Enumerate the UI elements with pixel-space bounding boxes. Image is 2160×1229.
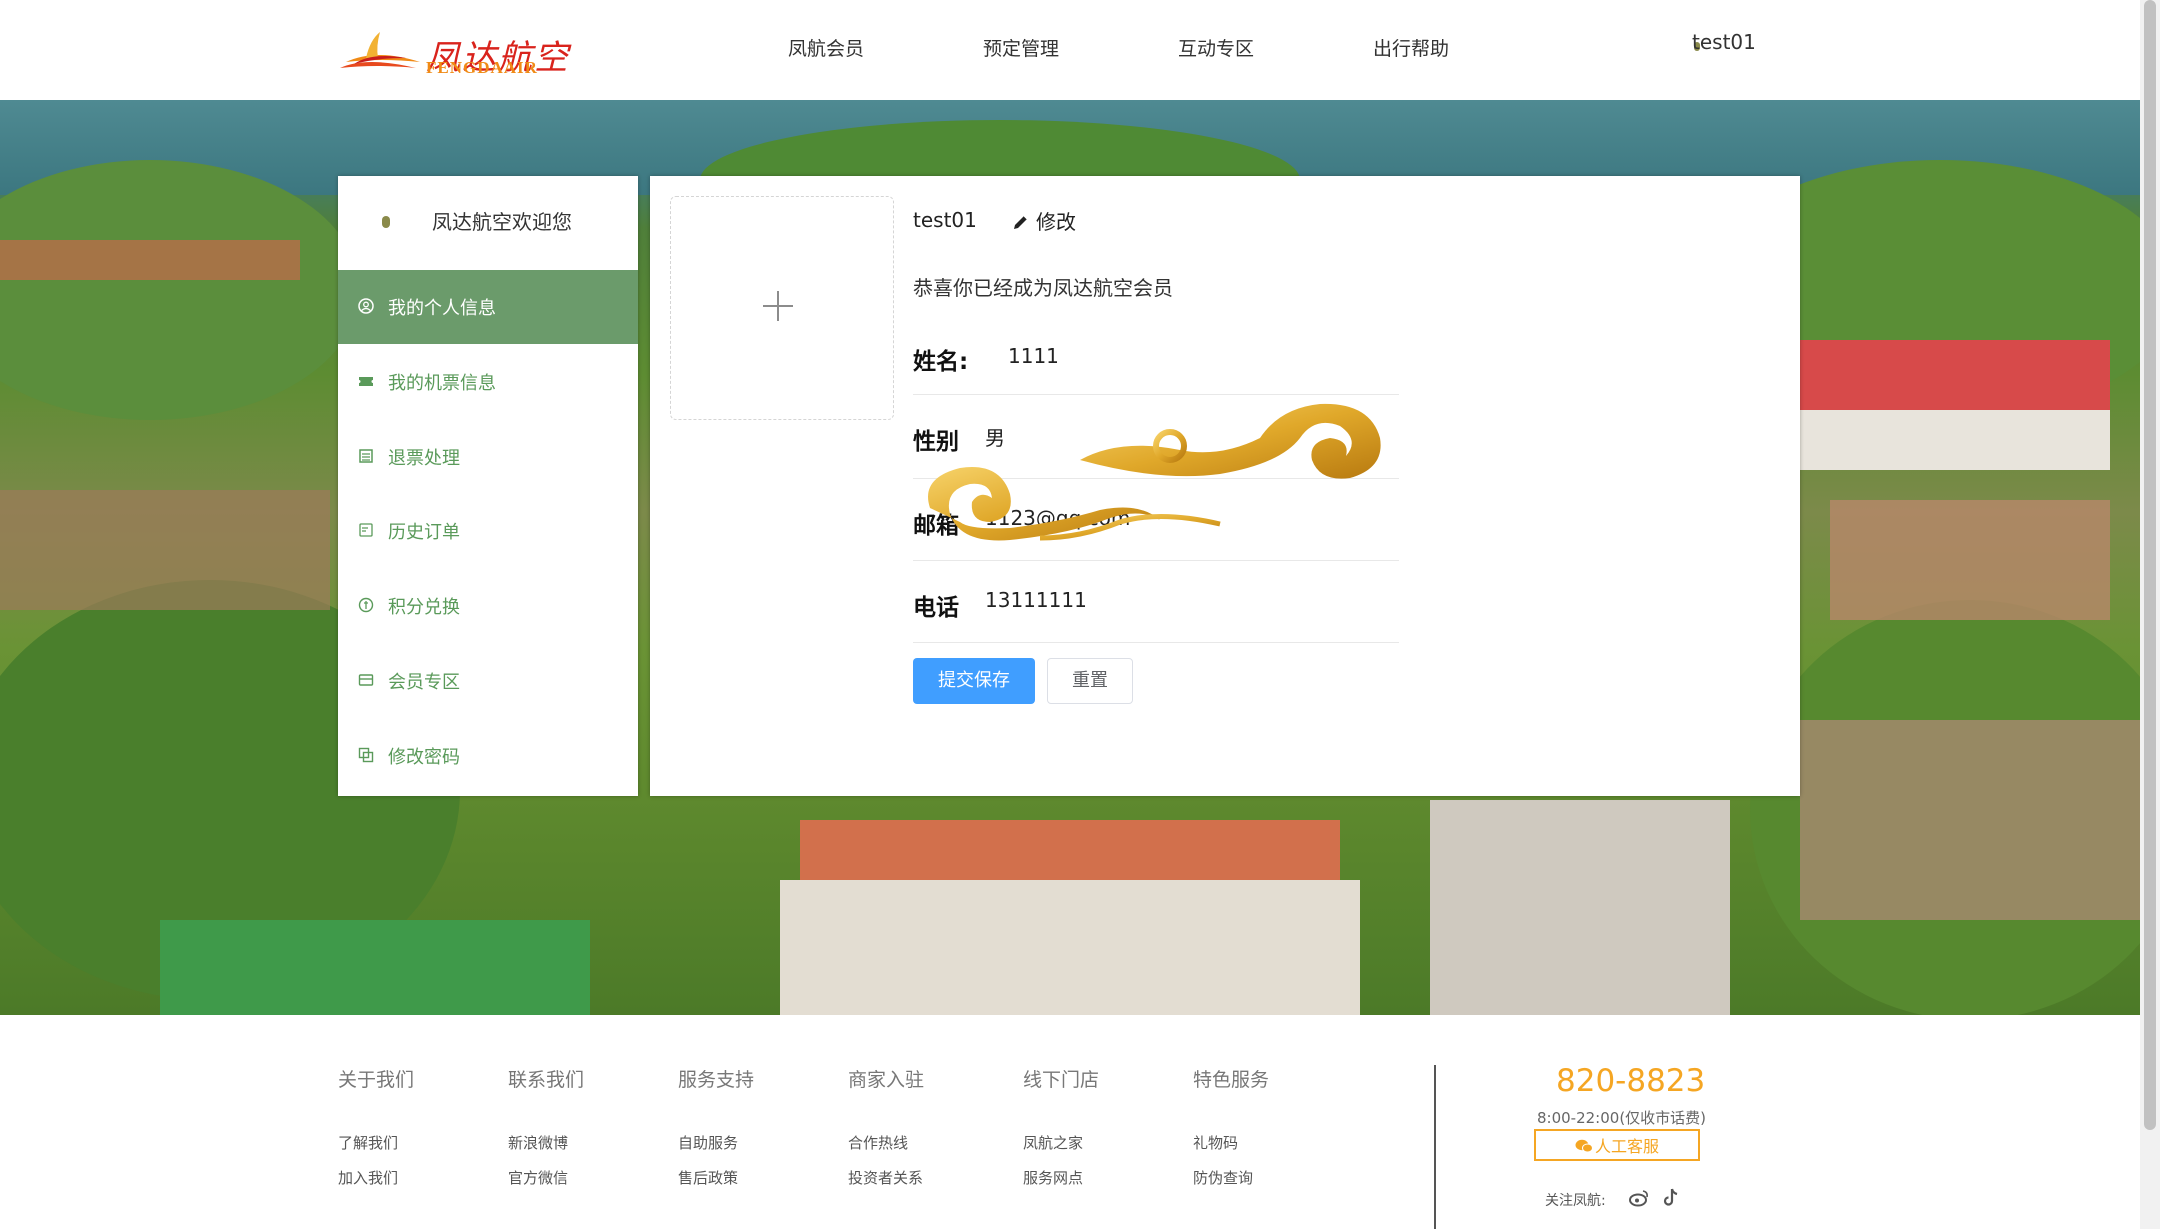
sidebar-item-member-zone[interactable]: 会员专区	[338, 644, 638, 718]
scrollbar-thumb[interactable]	[2144, 0, 2156, 1130]
building-wall	[1430, 800, 1730, 1015]
footer-link[interactable]: 服务网点	[1023, 1167, 1083, 1188]
user-avatar-icon	[382, 216, 390, 228]
wechat-icon	[1575, 1139, 1593, 1153]
document-icon	[359, 449, 373, 463]
footer-column-title: 服务支持	[678, 1069, 755, 1091]
phone-label: 电话	[913, 595, 959, 621]
footer-divider	[1434, 1065, 1436, 1229]
house-roof	[1800, 720, 2140, 920]
welcome-text: 凤达航空欢迎您	[432, 210, 572, 234]
customer-service-button[interactable]: 人工客服	[1534, 1129, 1700, 1161]
tree-cluster	[0, 160, 360, 420]
footer-link[interactable]: 合作热线	[848, 1132, 908, 1153]
footer-column-merchants: 商家入驻 合作热线 投资者关系	[848, 1065, 925, 1187]
building-wall	[780, 880, 1360, 1015]
page-scrollbar[interactable]	[2140, 0, 2160, 1229]
coin-icon	[358, 597, 374, 613]
nav-item-membership[interactable]: 凤航会员	[788, 34, 864, 61]
footer-column-contact: 联系我们 新浪微博 官方微信	[508, 1065, 585, 1187]
footer-link[interactable]: 自助服务	[678, 1132, 738, 1153]
sidebar-item-change-password[interactable]: 修改密码	[338, 719, 638, 793]
user-circle-icon	[358, 298, 374, 314]
sidebar-item-label: 修改密码	[388, 747, 460, 768]
footer-column-title: 联系我们	[508, 1069, 585, 1091]
sidebar-item-label: 退票处理	[388, 448, 460, 469]
hotline-number: 820-8823	[1556, 1063, 1706, 1099]
footer-column-about: 关于我们 了解我们 加入我们	[338, 1065, 415, 1187]
sidebar-item-personal-info[interactable]: 我的个人信息	[338, 270, 638, 344]
footer-link[interactable]: 投资者关系	[848, 1167, 923, 1188]
footer-link[interactable]: 凤航之家	[1023, 1132, 1083, 1153]
house-roof	[800, 820, 1340, 880]
weibo-icon[interactable]	[1628, 1187, 1650, 1209]
submit-save-button[interactable]: 提交保存	[913, 658, 1035, 704]
sidebar-item-label: 积分兑换	[388, 597, 460, 618]
name-label: 姓名:	[913, 349, 969, 375]
footer-link[interactable]: 礼物码	[1193, 1132, 1238, 1153]
sidebar-item-label: 历史订单	[388, 522, 460, 543]
user-name-link[interactable]: test01	[1692, 30, 1756, 54]
douyin-icon[interactable]	[1660, 1187, 1682, 1209]
ticket-icon	[359, 377, 373, 386]
stadium-wall	[1800, 410, 2110, 470]
golden-cloud-decoration	[928, 403, 1381, 541]
footer-column-title: 特色服务	[1193, 1069, 1270, 1091]
reset-button[interactable]: 重置	[1047, 658, 1133, 704]
footer-link[interactable]: 加入我们	[338, 1167, 398, 1188]
footer-link[interactable]: 官方微信	[508, 1167, 568, 1188]
sidebar-item-label: 会员专区	[388, 672, 460, 693]
customer-service-label: 人工客服	[1594, 1137, 1659, 1156]
edit-label: 修改	[1036, 210, 1076, 234]
footer-column-stores: 线下门店 凤航之家 服务网点	[1023, 1065, 1100, 1187]
footer-link[interactable]: 新浪微博	[508, 1132, 568, 1153]
card-icon	[358, 674, 374, 686]
sidebar-item-order-history[interactable]: 历史订单	[338, 494, 638, 568]
phone-value: 13111111	[985, 588, 1087, 612]
airline-logo[interactable]: 凤达航空 FENGDAAIR	[336, 28, 596, 78]
follow-label: 关注凤航:	[1545, 1193, 1606, 1209]
sidebar-item-label: 我的个人信息	[388, 298, 496, 319]
member-sidebar: 凤达航空欢迎您 我的个人信息 我的机票信息 退票处理 历史订单 积分兑换 会员专…	[338, 176, 638, 796]
sidebar-item-points[interactable]: 积分兑换	[338, 569, 638, 643]
nav-item-travel-help[interactable]: 出行帮助	[1373, 34, 1449, 61]
nav-item-interaction[interactable]: 互动专区	[1178, 34, 1254, 61]
edit-profile-button[interactable]: 修改	[1012, 206, 1076, 235]
sidebar-item-label: 我的机票信息	[388, 373, 496, 394]
phone-row: 电话 13111111	[913, 560, 1399, 643]
name-row: 姓名: 1111	[913, 330, 1399, 395]
site-footer: 关于我们 了解我们 加入我们 联系我们 新浪微博 官方微信 服务支持 自助服务 …	[0, 1015, 2140, 1229]
house-roof	[0, 240, 300, 280]
footer-column-support: 服务支持 自助服务 售后政策	[678, 1065, 755, 1187]
footer-link[interactable]: 了解我们	[338, 1132, 398, 1153]
name-value: 1111	[1008, 344, 1059, 368]
sidebar-item-refund[interactable]: 退票处理	[338, 420, 638, 494]
hotline-hours: 8:00-22:00(仅收市话费)	[1537, 1109, 1707, 1127]
pencil-icon	[1014, 215, 1028, 229]
top-navigation-bar: 凤达航空 FENGDAAIR 凤航会员 预定管理 互动专区 出行帮助 test0…	[0, 0, 2140, 100]
copy-icon	[358, 747, 374, 763]
sidebar-welcome: 凤达航空欢迎您	[338, 176, 638, 270]
footer-link[interactable]: 防伪查询	[1193, 1167, 1253, 1188]
logo-subtext: FENGDAAIR	[426, 58, 538, 77]
profile-username: test01	[913, 208, 977, 232]
footer-link[interactable]: 售后政策	[678, 1167, 738, 1188]
house-roof	[0, 490, 330, 610]
footer-column-title: 线下门店	[1023, 1069, 1100, 1091]
stadium-roof	[1800, 340, 2110, 410]
bird-logo-icon	[340, 32, 420, 68]
order-icon	[359, 523, 373, 537]
house-roof	[1830, 500, 2110, 620]
nav-item-booking[interactable]: 预定管理	[983, 34, 1059, 61]
plus-icon	[763, 291, 793, 321]
sidebar-item-tickets[interactable]: 我的机票信息	[338, 345, 638, 419]
footer-column-title: 关于我们	[338, 1069, 415, 1091]
footer-column-title: 商家入驻	[848, 1069, 925, 1091]
avatar-upload[interactable]	[670, 196, 894, 420]
sports-field	[160, 920, 590, 1015]
membership-message: 恭喜你已经成为凤达航空会员	[913, 276, 1173, 300]
footer-column-services: 特色服务 礼物码 防伪查询	[1193, 1065, 1270, 1187]
